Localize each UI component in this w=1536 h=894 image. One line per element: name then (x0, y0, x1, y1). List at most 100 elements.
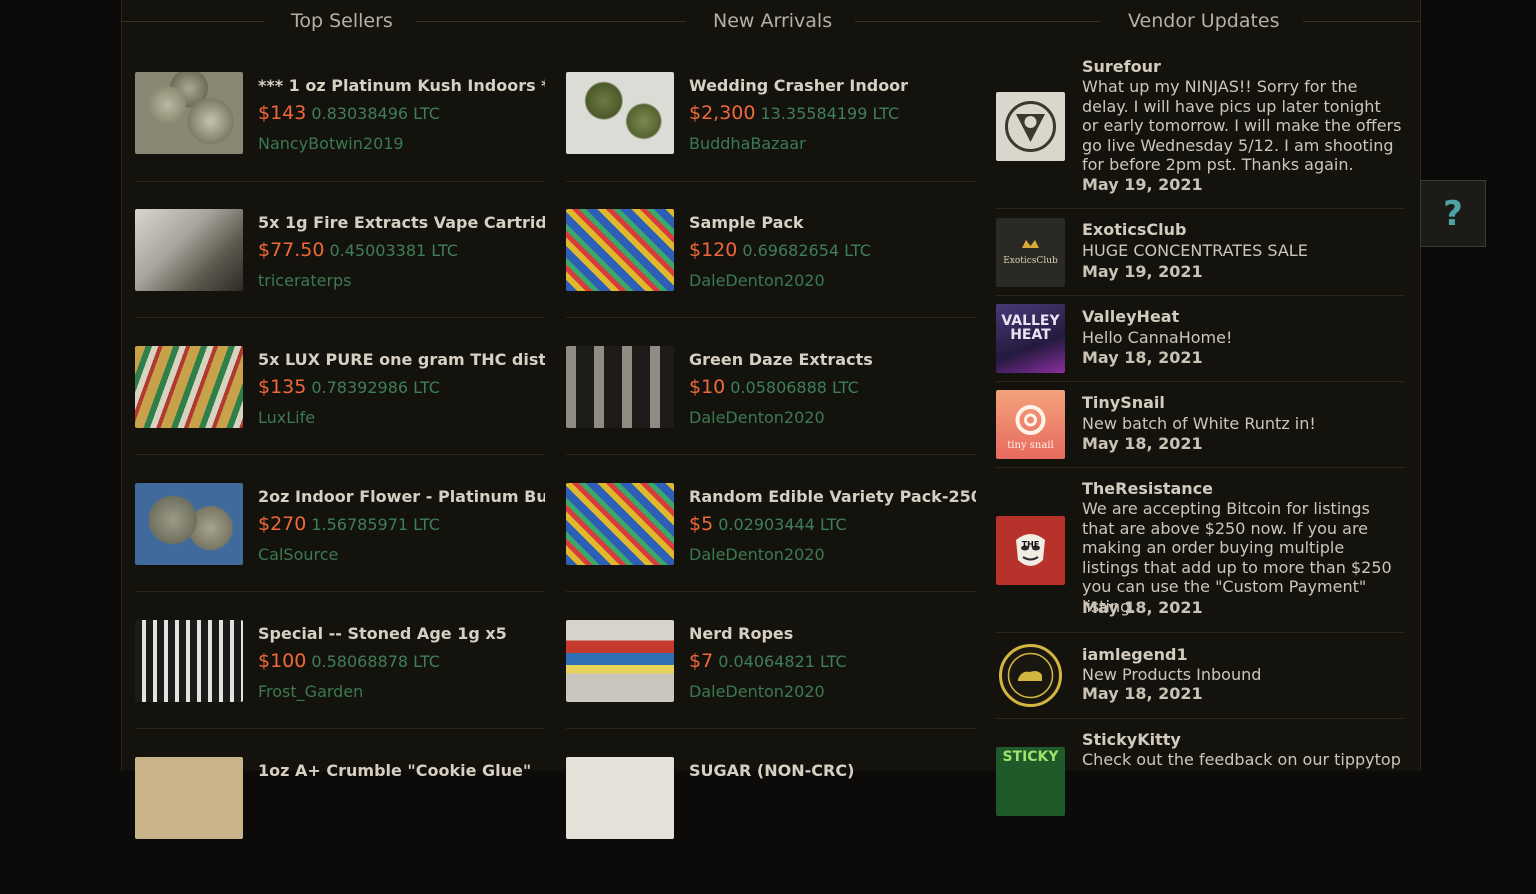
divider (135, 591, 545, 592)
product-image[interactable] (135, 346, 243, 428)
price-usd: $120 (689, 239, 738, 261)
vendor-link[interactable]: BuddhaBazaar (689, 134, 806, 153)
product-price: $100 0.58068878 LTC (258, 650, 440, 672)
product-image[interactable] (566, 72, 674, 154)
price-usd: $100 (258, 650, 307, 672)
product-title[interactable]: 5x 1g Fire Extracts Vape Cartridge (258, 213, 545, 232)
divider (135, 454, 545, 455)
vendor-link[interactable]: NancyBotwin2019 (258, 134, 404, 153)
new-arrivals-header: New Arrivals (686, 10, 1100, 34)
product-title[interactable]: Sample Pack (689, 213, 976, 232)
vendor-logo[interactable]: STICKY (996, 747, 1065, 816)
vendor-logo[interactable] (996, 641, 1065, 710)
product-title[interactable]: Special -- Stoned Age 1g x5 (258, 624, 545, 643)
vendor-link[interactable]: LuxLife (258, 408, 315, 427)
product-image[interactable] (135, 72, 243, 154)
vendor-update[interactable]: STICKY StickyKitty Check out the feedbac… (996, 730, 1405, 816)
product-title[interactable]: 5x LUX PURE one gram THC distillat (258, 350, 545, 369)
price-ltc: 0.45003381 LTC (329, 241, 458, 260)
vendor-update[interactable]: Surefour What up my NINJAS!! Sorry for t… (996, 57, 1405, 209)
vendor-message: New batch of White Runtz in! (1082, 414, 1316, 433)
product-card[interactable]: Nerd Ropes $7 0.04064821 LTC DaleDenton20… (566, 620, 976, 757)
vendor-name[interactable]: TheResistance (1082, 479, 1213, 498)
product-card[interactable]: 2oz Indoor Flower - Platinum Bubba $2701… (135, 483, 545, 620)
vendor-link[interactable]: Frost_Garden (258, 682, 363, 701)
vendor-update[interactable]: ExoticsClub ExoticsClub HUGE CONCENTRATE… (996, 218, 1405, 296)
product-card[interactable]: Wedding Crasher Indoor $2,300 13.35584199… (566, 72, 976, 209)
product-image[interactable] (135, 483, 243, 565)
vendor-update[interactable]: THE RESISTANCE TheResistance We are acce… (996, 479, 1405, 633)
product-price: $77.50 0.45003381 LTC (258, 239, 458, 261)
divider (566, 317, 976, 318)
vendor-update[interactable]: tiny snail TinySnail New batch of White … (996, 390, 1405, 468)
product-price: $7 0.04064821 LTC (689, 650, 847, 672)
product-title[interactable]: Nerd Ropes (689, 624, 976, 643)
vendor-link[interactable]: DaleDenton2020 (689, 408, 825, 427)
update-date: May 18, 2021 (1082, 684, 1203, 703)
vendor-update[interactable]: VALLEY HEAT ValleyHeat Hello CannaHome! … (996, 304, 1405, 382)
price-usd: $10 (689, 376, 726, 398)
product-card[interactable]: *** 1 oz Platinum Kush Indoors *** $143 0… (135, 72, 545, 209)
divider (996, 467, 1405, 468)
tinysnail-logo-text: tiny snail (1007, 440, 1054, 451)
vendor-logo[interactable]: THE RESISTANCE (996, 516, 1065, 585)
stickykitty-logo-text: STICKY (1002, 749, 1059, 765)
product-image[interactable] (566, 620, 674, 702)
product-image[interactable] (566, 209, 674, 291)
vendor-link[interactable]: DaleDenton2020 (689, 682, 825, 701)
product-card[interactable]: 5x LUX PURE one gram THC distillat $1350… (135, 346, 545, 483)
vendor-link[interactable]: DaleDenton2020 (689, 545, 825, 564)
new-arrivals-title: New Arrivals (713, 10, 833, 32)
price-usd: $143 (258, 102, 307, 124)
price-usd: $5 (689, 513, 714, 535)
help-button[interactable]: ? (1420, 180, 1486, 247)
product-card[interactable]: 1oz A+ Crumble "Cookie Glue" (135, 757, 545, 894)
product-price: $135 0.78392986 LTC (258, 376, 440, 398)
product-card[interactable]: 5x 1g Fire Extracts Vape Cartridge $77.5… (135, 209, 545, 346)
divider (566, 454, 976, 455)
product-title[interactable]: *** 1 oz Platinum Kush Indoors *** (258, 76, 545, 95)
vendor-logo[interactable]: tiny snail (996, 390, 1065, 459)
product-title[interactable]: Green Daze Extracts (689, 350, 976, 369)
vendor-name[interactable]: TinySnail (1082, 393, 1165, 412)
product-card[interactable]: SUGAR (NON-CRC) (566, 757, 976, 894)
vendor-update[interactable]: iamlegend1 New Products Inbound May 18, … (996, 641, 1405, 719)
price-ltc: 0.69682654 LTC (742, 241, 871, 260)
product-card[interactable]: Green Daze Extracts $10 0.05806888 LTC Da… (566, 346, 976, 483)
product-title[interactable]: 2oz Indoor Flower - Platinum Bubba (258, 487, 545, 506)
divider (996, 208, 1405, 209)
product-image[interactable] (566, 346, 674, 428)
product-card[interactable]: Sample Pack $120 0.69682654 LTC DaleDento… (566, 209, 976, 346)
top-sellers-title: Top Sellers (291, 10, 393, 32)
vendor-name[interactable]: Surefour (1082, 57, 1161, 76)
product-title[interactable]: Wedding Crasher Indoor (689, 76, 976, 95)
product-image[interactable] (566, 757, 674, 839)
vendor-name[interactable]: ValleyHeat (1082, 307, 1179, 326)
product-card[interactable]: Random Edible Variety Pack-250 $5 0.02903… (566, 483, 976, 620)
vendor-message: What up my NINJAS!! Sorry for the delay.… (1082, 77, 1402, 175)
product-title[interactable]: Random Edible Variety Pack-250 (689, 487, 976, 506)
vendor-logo[interactable]: VALLEY HEAT (996, 304, 1065, 373)
vendor-link[interactable]: CalSource (258, 545, 338, 564)
divider (996, 295, 1405, 296)
vendor-link[interactable]: DaleDenton2020 (689, 271, 825, 290)
price-ltc: 0.83038496 LTC (311, 104, 440, 123)
product-image[interactable] (566, 483, 674, 565)
divider (135, 728, 545, 729)
vendor-logo[interactable] (996, 92, 1065, 161)
product-price: $120 0.69682654 LTC (689, 239, 871, 261)
update-date: May 18, 2021 (1082, 348, 1203, 367)
vendor-link[interactable]: triceraterps (258, 271, 352, 290)
price-usd: $2,300 (689, 102, 756, 124)
vendor-name[interactable]: iamlegend1 (1082, 645, 1188, 664)
vendor-name[interactable]: ExoticsClub (1082, 220, 1186, 239)
vendor-name[interactable]: StickyKitty (1082, 730, 1181, 749)
price-ltc: 0.78392986 LTC (311, 378, 440, 397)
product-image[interactable] (135, 209, 243, 291)
product-price: $10 0.05806888 LTC (689, 376, 859, 398)
product-image[interactable] (135, 757, 243, 839)
valleyheat-logo-text: VALLEY HEAT (1001, 313, 1060, 343)
product-image[interactable] (135, 620, 243, 702)
product-card[interactable]: Special -- Stoned Age 1g x5 $100 0.580688… (135, 620, 545, 757)
vendor-logo[interactable]: ExoticsClub (996, 218, 1065, 287)
